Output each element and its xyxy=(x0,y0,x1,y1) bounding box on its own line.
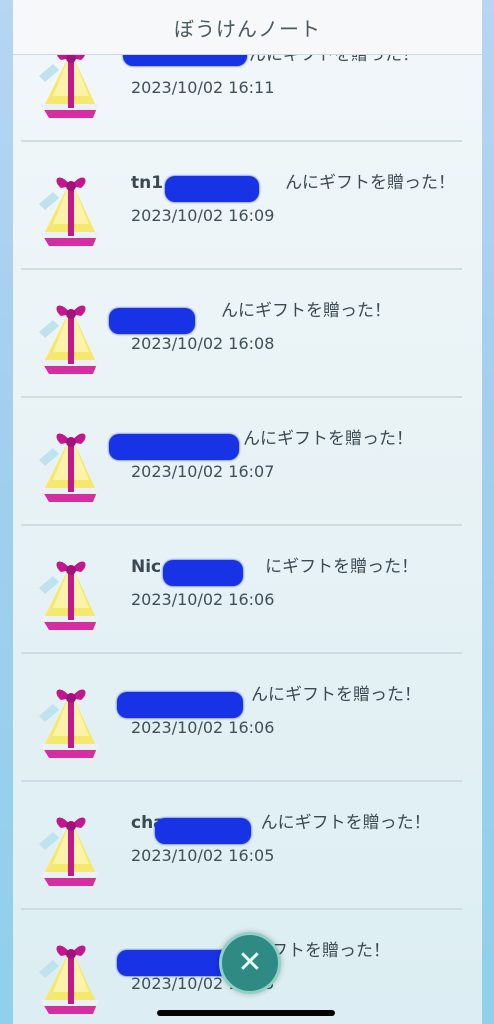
close-icon: ✕ xyxy=(237,945,263,980)
page-title: ぼうけんノート xyxy=(174,16,321,41)
redaction-mark xyxy=(109,308,195,334)
list-item[interactable]: cha んにギフトを贈った！ 2023/10/02 16:05 xyxy=(13,782,482,910)
list-item[interactable]: んにギフトを贈った！ 2023/10/02 16:07 xyxy=(13,398,482,526)
gift-icon xyxy=(39,561,99,630)
gift-icon xyxy=(39,945,99,1014)
list-item[interactable]: んにギフトを贈った！ 2023/10/02 16:08 xyxy=(13,270,482,398)
gift-icon xyxy=(39,177,99,246)
gift-message-text: んにギフトを贈った！ xyxy=(285,173,456,193)
redaction-mark xyxy=(165,176,259,202)
list-item[interactable]: Nic にギフトを贈った！ 2023/10/02 16:06 xyxy=(13,526,482,654)
journal-panel: ぼうけんノート んにギフトを贈った！ 2023/10/02 16:11 tn1 … xyxy=(13,0,482,1024)
close-button[interactable]: ✕ xyxy=(219,932,281,994)
gift-icon xyxy=(39,433,99,502)
entry-timestamp: 2023/10/02 16:05 xyxy=(131,846,275,865)
entry-timestamp: 2023/10/02 16:11 xyxy=(131,78,275,97)
entry-timestamp: 2023/10/02 16:07 xyxy=(131,462,275,481)
redaction-mark xyxy=(117,692,243,718)
gift-message-text: んにギフトを贈った！ xyxy=(251,685,421,705)
gift-message-text: んにギフトを贈った！ xyxy=(221,301,391,321)
entry-timestamp: 2023/10/02 16:06 xyxy=(131,590,275,609)
list-item[interactable]: tn1 んにギフトを贈った！ 2023/10/02 16:09 xyxy=(13,142,482,270)
redaction-mark xyxy=(155,818,251,844)
gift-message-text: んにギフトを贈った！ xyxy=(260,813,431,833)
gift-message-text: んにギフトを贈った！ xyxy=(243,429,413,449)
redaction-mark xyxy=(117,950,233,976)
home-indicator[interactable] xyxy=(157,1010,335,1016)
entry-timestamp: 2023/10/02 16:08 xyxy=(131,334,275,353)
sender-name: tn1 xyxy=(131,173,164,193)
gift-icon xyxy=(39,305,99,374)
gift-icon xyxy=(39,817,99,886)
journal-header: ぼうけんノート xyxy=(13,0,482,55)
entry-timestamp: 2023/10/02 16:09 xyxy=(131,206,275,225)
redaction-mark xyxy=(163,560,243,586)
gift-message-text: にギフトを贈った！ xyxy=(265,557,419,577)
sender-name: Nic xyxy=(131,557,162,577)
redaction-mark xyxy=(109,434,239,460)
list-item[interactable]: んにギフトを贈った！ 2023/10/02 16:06 xyxy=(13,654,482,782)
gift-icon xyxy=(39,689,99,758)
entry-timestamp: 2023/10/02 16:06 xyxy=(131,718,275,737)
gift-message-text: フトを贈った！ xyxy=(271,941,390,961)
